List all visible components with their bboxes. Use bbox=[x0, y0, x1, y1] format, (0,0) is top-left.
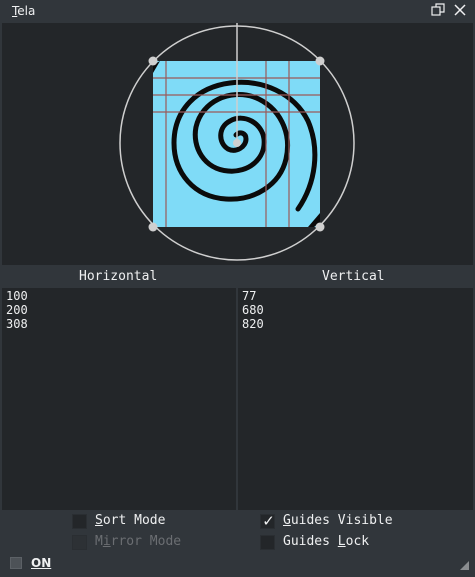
center-handle[interactable] bbox=[233, 139, 241, 147]
canvas-preview[interactable] bbox=[2, 23, 473, 265]
sort-mode-label[interactable]: Sort Mode bbox=[95, 513, 165, 528]
corner-handle[interactable] bbox=[148, 222, 158, 232]
sort-mode-checkbox[interactable] bbox=[72, 514, 87, 529]
guides-lock-label[interactable]: Guides Lock bbox=[283, 534, 369, 549]
list-item[interactable]: 200 bbox=[6, 303, 232, 317]
mirror-mode-label: Mirror Mode bbox=[95, 534, 182, 549]
vertical-header: Vertical bbox=[322, 269, 385, 284]
list-item[interactable]: 308 bbox=[6, 317, 232, 331]
corner-handle[interactable] bbox=[315, 222, 325, 232]
guides-visible-label[interactable]: Guides Visible bbox=[283, 513, 393, 528]
canvas-preview-svg[interactable] bbox=[2, 23, 473, 265]
list-item[interactable]: 820 bbox=[242, 317, 469, 331]
horizontal-guides-list[interactable]: 100 200 308 bbox=[2, 288, 236, 510]
mirror-mode-checkbox bbox=[72, 535, 87, 550]
corner-handle[interactable] bbox=[148, 56, 158, 66]
list-item[interactable]: 100 bbox=[6, 289, 232, 303]
list-item[interactable]: 77 bbox=[242, 289, 469, 303]
on-toggle-label[interactable]: ON bbox=[31, 556, 51, 570]
resize-grip-icon[interactable] bbox=[460, 561, 469, 570]
close-icon[interactable] bbox=[452, 3, 468, 19]
checkmark-icon: ✓ bbox=[262, 512, 275, 530]
title-bar: Tela bbox=[0, 0, 475, 22]
on-toggle-checkbox[interactable] bbox=[10, 557, 22, 569]
guides-header-row: Horizontal Vertical bbox=[2, 267, 473, 288]
guides-visible-checkbox[interactable]: ✓ bbox=[260, 512, 275, 530]
horizontal-header: Horizontal bbox=[79, 269, 158, 284]
guides-lock-checkbox[interactable] bbox=[260, 535, 275, 550]
window-title: Tela bbox=[12, 4, 36, 18]
vertical-guides-list[interactable]: 77 680 820 bbox=[238, 288, 473, 510]
corner-handle[interactable] bbox=[315, 56, 325, 66]
restore-icon[interactable] bbox=[430, 3, 446, 19]
list-item[interactable]: 680 bbox=[242, 303, 469, 317]
